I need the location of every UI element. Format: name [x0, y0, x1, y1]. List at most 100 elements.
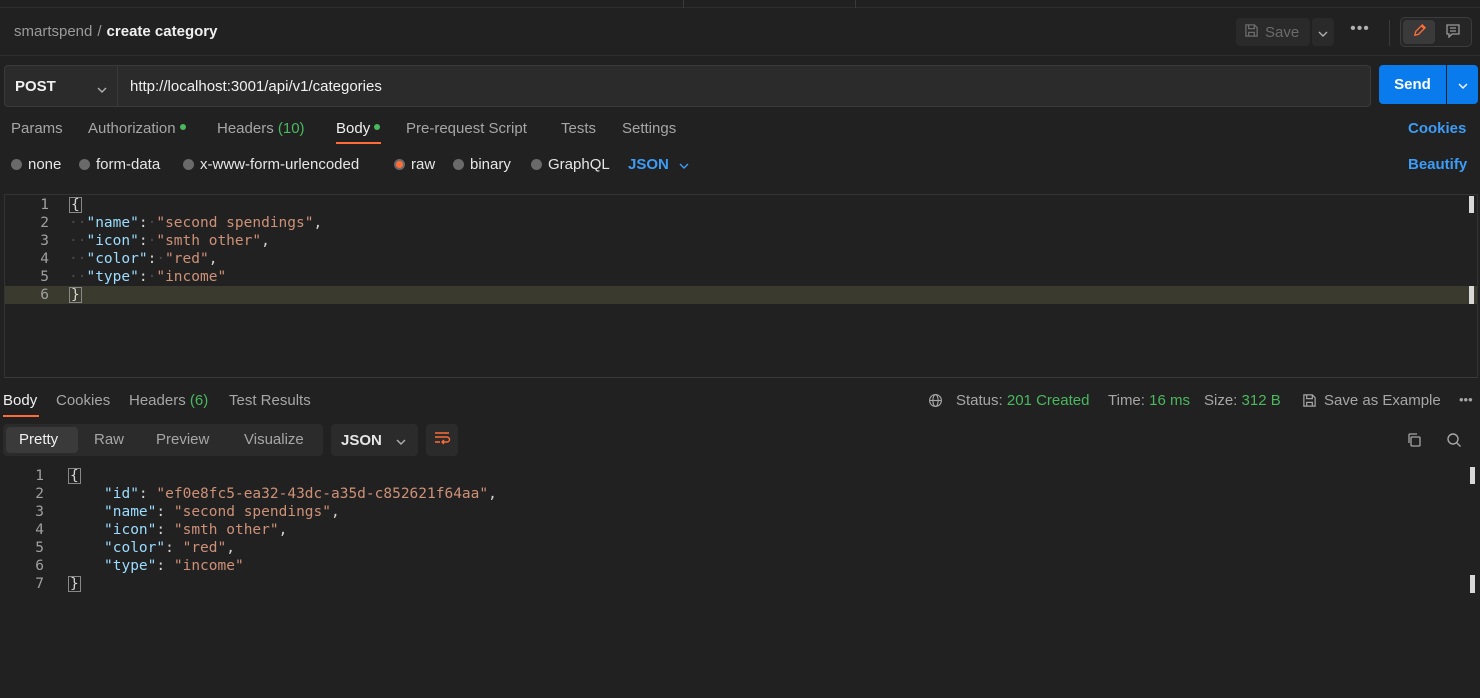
- send-options-button[interactable]: [1447, 65, 1478, 104]
- send-button[interactable]: Send: [1379, 65, 1446, 104]
- response-time[interactable]: Time: 16 ms: [1108, 392, 1190, 409]
- line-number: 3: [35, 504, 44, 520]
- raw-language-select[interactable]: JSON: [628, 156, 689, 173]
- globe-icon[interactable]: [928, 393, 943, 412]
- view-mode-toggle: [1400, 17, 1472, 47]
- editor-scrollbar[interactable]: [1469, 196, 1474, 213]
- chevron-down-icon: [1318, 24, 1328, 41]
- copy-icon[interactable]: [1406, 432, 1422, 452]
- code-text: }: [68, 576, 81, 592]
- url-input[interactable]: http://localhost:3001/api/v1/categories: [118, 65, 1371, 107]
- tab-response-headers[interactable]: Headers (6): [129, 392, 208, 409]
- tab-headers[interactable]: Headers (10): [217, 120, 305, 137]
- code-text: "icon": "smth other",: [104, 522, 288, 538]
- radio-raw[interactable]: raw: [394, 156, 435, 173]
- radio-binary[interactable]: binary: [453, 156, 511, 173]
- response-status[interactable]: Status: 201 Created: [956, 392, 1089, 409]
- radio-form-data[interactable]: form-data: [79, 156, 160, 173]
- line-number: 6: [40, 287, 49, 303]
- breadcrumb-request-name[interactable]: create category: [107, 23, 218, 40]
- radio-label: none: [28, 156, 62, 173]
- line-number: 5: [40, 269, 49, 285]
- radio-circle: [79, 159, 90, 170]
- line-number: 5: [35, 540, 44, 556]
- value-text: red: [191, 540, 218, 556]
- radio-none[interactable]: none: [11, 156, 61, 173]
- code-line: 6 "type": "income": [0, 557, 1480, 575]
- size-value: 312 B: [1241, 392, 1281, 409]
- tab-pre-request-script[interactable]: Pre-request Script: [406, 120, 527, 137]
- breadcrumb-collection[interactable]: smartspend: [14, 23, 92, 40]
- tab-divider: [855, 0, 856, 8]
- active-tab-underline: [3, 415, 39, 417]
- viewer-scrollbar[interactable]: [1470, 467, 1475, 484]
- line-number: 4: [40, 251, 49, 267]
- code-text: "name": "second spendings",: [104, 504, 340, 520]
- breadcrumb: smartspend / create category: [14, 23, 217, 40]
- value-text: second spendings: [165, 215, 305, 231]
- edit-mode-button[interactable]: [1403, 20, 1435, 44]
- save-button[interactable]: Save: [1236, 18, 1310, 46]
- status-label: Status:: [956, 392, 1003, 409]
- active-indicator-dot: [179, 124, 186, 131]
- response-body-viewer[interactable]: 1{ 2 "id": "ef0e8fc5-ea32-43dc-a35d-c8526…: [0, 466, 1480, 698]
- radio-label: binary: [470, 156, 511, 173]
- save-options-button[interactable]: [1312, 18, 1334, 46]
- tab-test-results[interactable]: Test Results: [229, 392, 311, 409]
- response-toolbar: Pretty Raw Preview Visualize JSON: [0, 424, 1480, 456]
- value-text: second spendings: [182, 504, 323, 520]
- line-number: 2: [35, 486, 44, 502]
- wrap-lines-button[interactable]: [426, 424, 458, 456]
- response-format-select[interactable]: JSON: [331, 424, 418, 456]
- save-icon: [1244, 23, 1259, 42]
- radio-label: x-www-form-urlencoded: [200, 156, 360, 173]
- tab-params[interactable]: Params: [11, 120, 63, 137]
- value-text: red: [173, 251, 200, 267]
- code-line: 4 ··"color":·"red",: [5, 250, 1477, 268]
- tab-label: Headers: [129, 392, 186, 409]
- mode-raw[interactable]: Raw: [94, 431, 124, 448]
- mode-pretty[interactable]: Pretty: [19, 431, 58, 448]
- comment-icon: [1445, 23, 1461, 42]
- tab-settings[interactable]: Settings: [622, 120, 676, 137]
- chevron-down-icon: [1458, 76, 1468, 93]
- response-size[interactable]: Size: 312 B: [1204, 392, 1281, 409]
- mode-preview[interactable]: Preview: [156, 431, 209, 448]
- top-tab-strip: [0, 0, 1480, 8]
- chevron-down-icon: [97, 80, 107, 97]
- value-text: smth other: [165, 233, 253, 249]
- tab-response-cookies[interactable]: Cookies: [56, 392, 110, 409]
- time-label: Time:: [1108, 392, 1145, 409]
- radio-circle: [183, 159, 194, 170]
- method-select[interactable]: POST: [4, 65, 118, 107]
- line-number: 3: [40, 233, 49, 249]
- headers-count: (6): [189, 392, 209, 409]
- tab-authorization[interactable]: Authorization: [88, 120, 186, 137]
- divider: [1389, 20, 1390, 46]
- format-label: JSON: [341, 431, 382, 449]
- code-line: 4 "icon": "smth other",: [0, 521, 1480, 539]
- tab-body[interactable]: Body: [336, 120, 381, 137]
- code-text: ··"name":·"second spendings",: [69, 215, 323, 231]
- save-as-example-button[interactable]: Save as Example: [1324, 392, 1441, 409]
- radio-urlencoded[interactable]: x-www-form-urlencoded: [183, 156, 359, 173]
- radio-label: form-data: [96, 156, 161, 173]
- search-icon[interactable]: [1446, 432, 1462, 452]
- documentation-mode-button[interactable]: [1437, 20, 1469, 44]
- cookies-link[interactable]: Cookies: [1408, 120, 1466, 137]
- beautify-link[interactable]: Beautify: [1408, 156, 1467, 173]
- radio-circle: [11, 159, 22, 170]
- radio-circle-selected: [394, 159, 405, 170]
- more-actions-button[interactable]: •••: [1346, 20, 1374, 44]
- mode-visualize[interactable]: Visualize: [244, 431, 304, 448]
- status-value: 201 Created: [1006, 392, 1090, 409]
- response-more-button[interactable]: •••: [1459, 392, 1473, 407]
- time-value: 16 ms: [1149, 392, 1190, 409]
- radio-label: raw: [411, 156, 436, 173]
- tab-tests[interactable]: Tests: [561, 120, 596, 137]
- radio-graphql[interactable]: GraphQL: [531, 156, 610, 173]
- line-number: 4: [35, 522, 44, 538]
- tab-response-body[interactable]: Body: [3, 392, 37, 409]
- language-label: JSON: [628, 156, 669, 173]
- request-body-editor[interactable]: 1{ 2 ··"name":·"second spendings", 3 ··"ic…: [4, 194, 1478, 378]
